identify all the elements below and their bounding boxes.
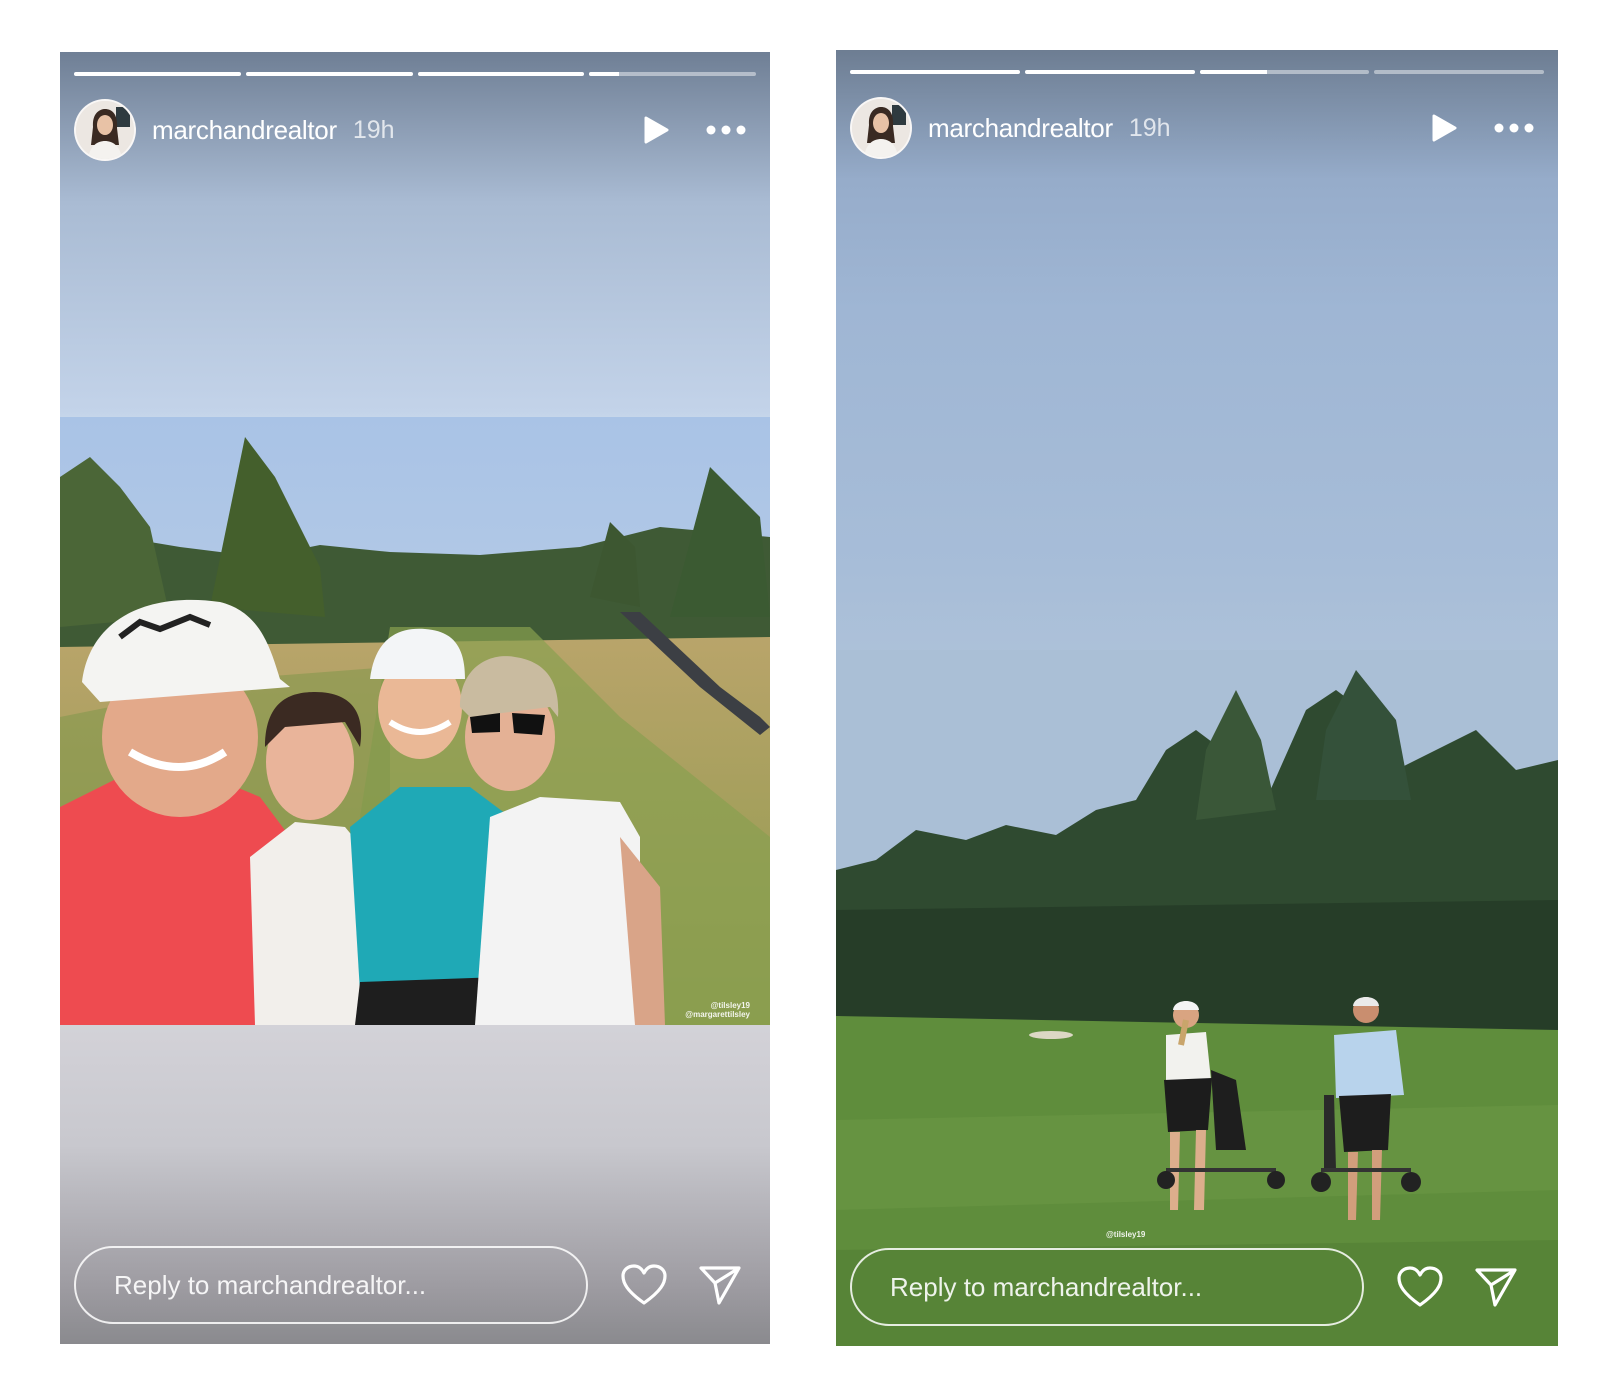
play-icon[interactable] [634,108,678,152]
send-icon[interactable] [694,1259,746,1311]
mention-tag[interactable]: @tilsley19 [685,1001,750,1010]
story-progress-bar [850,70,1544,74]
reply-bar: Reply to marchandrealtor... [850,1246,1544,1328]
heart-icon[interactable] [618,1259,670,1311]
progress-segment [417,72,585,76]
story-timestamp: 19h [352,115,395,144]
story-photo-golf-course: @tilsley19 [836,650,1558,1346]
story-username[interactable]: marchandrealtor [928,113,1113,144]
progress-segment [1024,70,1195,74]
reply-input[interactable]: Reply to marchandrealtor... [850,1248,1364,1326]
progress-segment [245,72,413,76]
progress-segment [589,72,756,76]
story-username[interactable]: marchandrealtor [152,115,337,146]
story-timestamp: 19h [1128,113,1171,142]
story-photo-group-selfie: @tilsley19 @margarettilsley [60,417,770,1025]
story-panel-2[interactable]: marchandrealtor 19h @tilsley19 Reply to … [836,50,1558,1346]
more-options-icon[interactable] [702,108,750,152]
story-progress-bar [74,72,756,76]
progress-segment [74,72,241,76]
heart-icon[interactable] [1394,1261,1446,1313]
story-header: marchandrealtor 19h [850,96,1544,160]
reply-bar: Reply to marchandrealtor... [74,1244,756,1326]
send-icon[interactable] [1470,1261,1522,1313]
mention-tag[interactable]: @margarettilsley [685,1010,750,1019]
story-panel-1[interactable]: marchandrealtor 19h @tilsley19 @margaret… [60,52,770,1344]
reply-input[interactable]: Reply to marchandrealtor... [74,1246,588,1324]
progress-segment [850,70,1020,74]
progress-segment [1199,70,1370,74]
play-icon[interactable] [1422,106,1466,150]
profile-avatar[interactable] [850,97,912,159]
profile-avatar[interactable] [74,99,136,161]
story-header: marchandrealtor 19h [74,98,756,162]
more-options-icon[interactable] [1490,106,1538,150]
progress-segment [1374,70,1544,74]
mention-tag[interactable]: @tilsley19 [1106,1230,1145,1239]
